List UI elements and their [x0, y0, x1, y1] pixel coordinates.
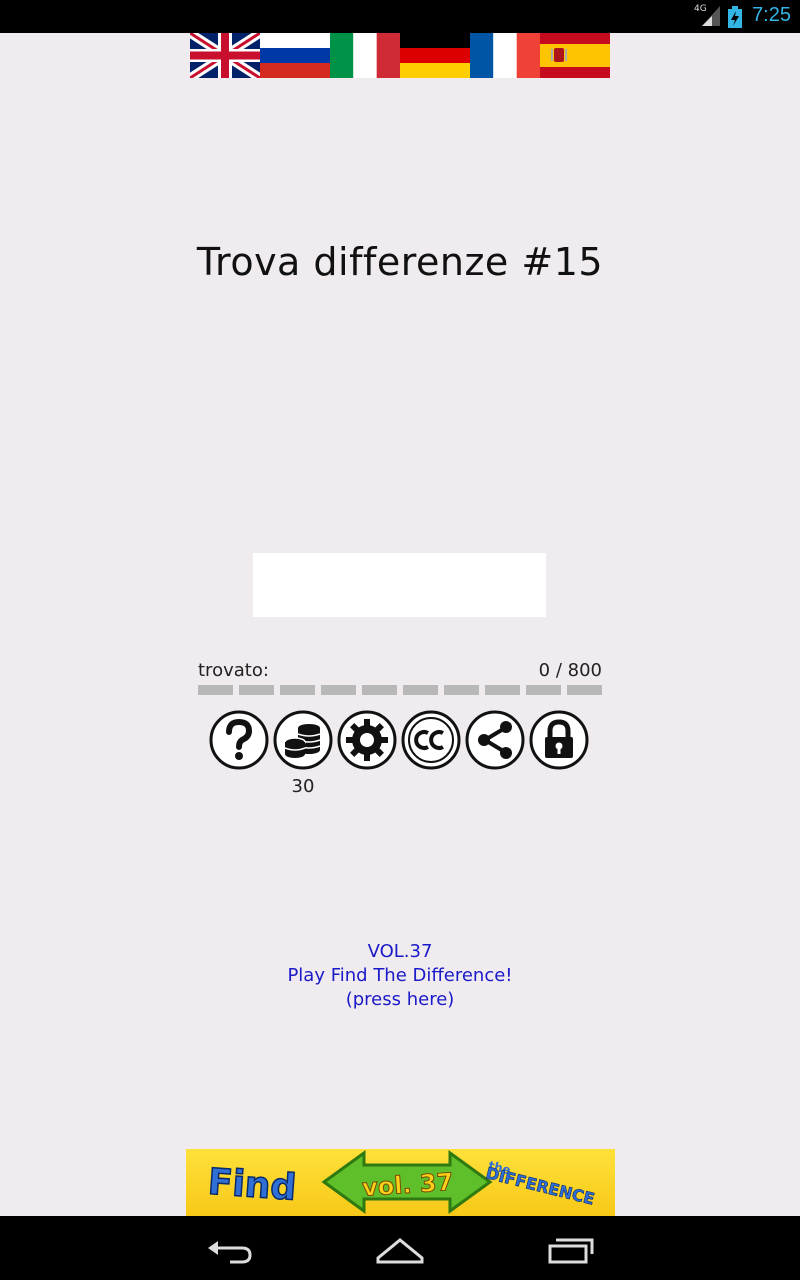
language-flags	[190, 33, 610, 78]
recent-apps-icon	[548, 1238, 594, 1264]
recent-apps-button[interactable]	[540, 1228, 600, 1268]
germany-flag-icon[interactable]	[400, 33, 470, 78]
status-bar: 4G 7:25	[0, 0, 800, 33]
promo-volume: VOL.37	[367, 941, 433, 962]
back-button[interactable]	[200, 1228, 260, 1268]
progress-segment	[485, 685, 520, 695]
signal-icon	[702, 6, 720, 26]
gear-icon	[337, 710, 397, 770]
promo-text: Play Find The Difference!	[287, 965, 513, 986]
progress-segment	[321, 685, 356, 695]
progress-segment	[444, 685, 479, 695]
promo-link[interactable]: VOL.37 Play Find The Difference! (press …	[0, 940, 800, 1012]
banner-word-difference: DIFFERENCE	[484, 1163, 597, 1208]
banner-graphic: Find vol. 37 the DIFFERENCE	[206, 1150, 597, 1214]
progress-segment	[239, 685, 274, 695]
settings-button[interactable]	[337, 710, 397, 770]
promo-banner[interactable]: Find vol. 37 the DIFFERENCE	[186, 1149, 615, 1216]
banner-word-find: Find	[207, 1162, 298, 1209]
progress-bar	[198, 685, 602, 695]
italy-flag-icon[interactable]	[330, 33, 400, 78]
back-icon	[208, 1241, 252, 1264]
progress-segment	[567, 685, 602, 695]
battery-charging-icon	[728, 6, 742, 28]
help-button[interactable]	[209, 710, 269, 770]
toolbar	[209, 710, 589, 770]
page-title: Trova differenze #15	[196, 240, 604, 284]
promo-hint: (press here)	[345, 989, 455, 1010]
question-mark-icon	[209, 710, 269, 770]
home-icon	[376, 1238, 424, 1264]
coins-count: 30	[291, 776, 315, 797]
home-button[interactable]	[370, 1228, 430, 1268]
found-label: trovato:	[198, 660, 269, 681]
progress-segment	[280, 685, 315, 695]
creative-commons-button[interactable]	[401, 710, 461, 770]
progress-segment	[362, 685, 397, 695]
ad-placeholder	[253, 553, 546, 617]
progress-segment	[198, 685, 233, 695]
france-flag-icon[interactable]	[470, 33, 540, 78]
spain-flag-icon[interactable]	[540, 33, 610, 78]
navigation-bar	[0, 1216, 800, 1280]
coins-icon	[273, 710, 333, 770]
lock-icon	[529, 710, 589, 770]
share-button[interactable]	[465, 710, 525, 770]
lock-button[interactable]	[529, 710, 589, 770]
russia-flag-icon[interactable]	[260, 33, 330, 78]
found-count: 0 / 800	[538, 660, 602, 681]
coins-button[interactable]	[273, 710, 333, 770]
clock: 7:25	[752, 4, 791, 26]
cc-icon	[401, 710, 461, 770]
progress-segment	[403, 685, 438, 695]
share-icon	[465, 710, 525, 770]
progress-segment	[526, 685, 561, 695]
uk-flag-icon[interactable]	[190, 33, 260, 78]
